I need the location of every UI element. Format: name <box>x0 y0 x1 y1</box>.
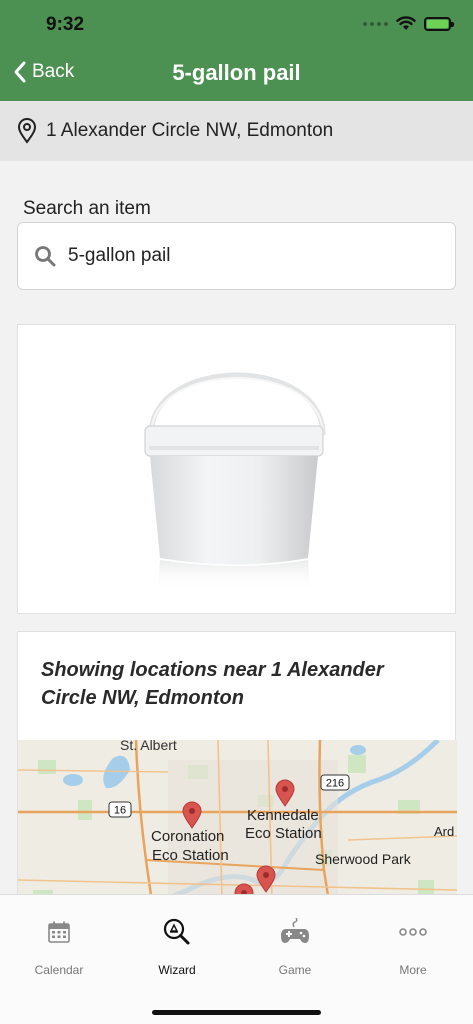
back-label: Back <box>32 61 75 82</box>
locations-card: Showing locations near 1 Alexander Circl… <box>17 631 457 894</box>
map-label-highway-216: 216 <box>326 778 344 790</box>
tab-game-label: Game <box>278 963 312 977</box>
address-bar[interactable]: 1 Alexander Circle NW, Edmonton <box>0 101 473 161</box>
locations-heading: Showing locations near 1 Alexander Circl… <box>41 659 384 709</box>
map-label-kennedale-1: Kennedale <box>247 807 319 824</box>
main-content: Search an item 5-gallon pail Showing loc… <box>0 161 473 894</box>
location-pin-icon <box>17 118 37 144</box>
home-indicator[interactable] <box>152 1010 321 1015</box>
map-label-highway-16: 16 <box>114 805 126 817</box>
search-label: Search an item <box>23 198 151 219</box>
tab-game[interactable]: Game <box>236 917 354 981</box>
search-input[interactable] <box>68 245 408 267</box>
map-label-kennedale-2: Eco Station <box>245 825 322 842</box>
tab-wizard[interactable]: Wizard <box>118 917 236 981</box>
status-icons <box>363 16 454 31</box>
tab-more-label: More <box>399 963 427 977</box>
tab-wizard-label: Wizard <box>158 963 196 977</box>
chevron-left-icon <box>14 61 26 83</box>
more-dots-icon <box>399 917 427 947</box>
tab-calendar[interactable]: Calendar <box>0 917 118 981</box>
calendar-icon <box>47 917 71 947</box>
wifi-icon <box>396 16 416 30</box>
tab-calendar-label: Calendar <box>34 963 84 977</box>
map-graphic: 16 216 St. Albert Kennedale Eco Station … <box>18 740 457 894</box>
battery-charging-icon <box>424 16 454 31</box>
address-text: 1 Alexander Circle NW, Edmonton <box>46 120 334 141</box>
search-box[interactable] <box>17 222 456 290</box>
search-icon <box>35 246 56 267</box>
status-time: 9:32 <box>46 14 85 35</box>
map-label-ard: Ard <box>434 824 454 839</box>
back-button[interactable]: Back <box>12 60 74 84</box>
item-image-card <box>17 324 456 614</box>
app-header: 9:32 Back 5-gallon pail <box>0 0 473 101</box>
tab-more[interactable]: More <box>354 917 472 981</box>
gamepad-icon <box>280 917 310 947</box>
white-pail-image <box>144 372 326 591</box>
recycle-search-icon <box>163 917 191 947</box>
map-label-coronation-1: Coronation <box>151 828 224 845</box>
cellular-signal-icon <box>363 21 388 26</box>
map-label-coronation-2: Eco Station <box>152 847 229 864</box>
map-label-st-albert: St. Albert <box>120 740 177 753</box>
locations-map[interactable]: 16 216 St. Albert Kennedale Eco Station … <box>18 740 457 894</box>
map-label-sherwood-park: Sherwood Park <box>315 851 412 867</box>
tab-bar: Calendar Wizard Game More <box>0 894 473 1024</box>
